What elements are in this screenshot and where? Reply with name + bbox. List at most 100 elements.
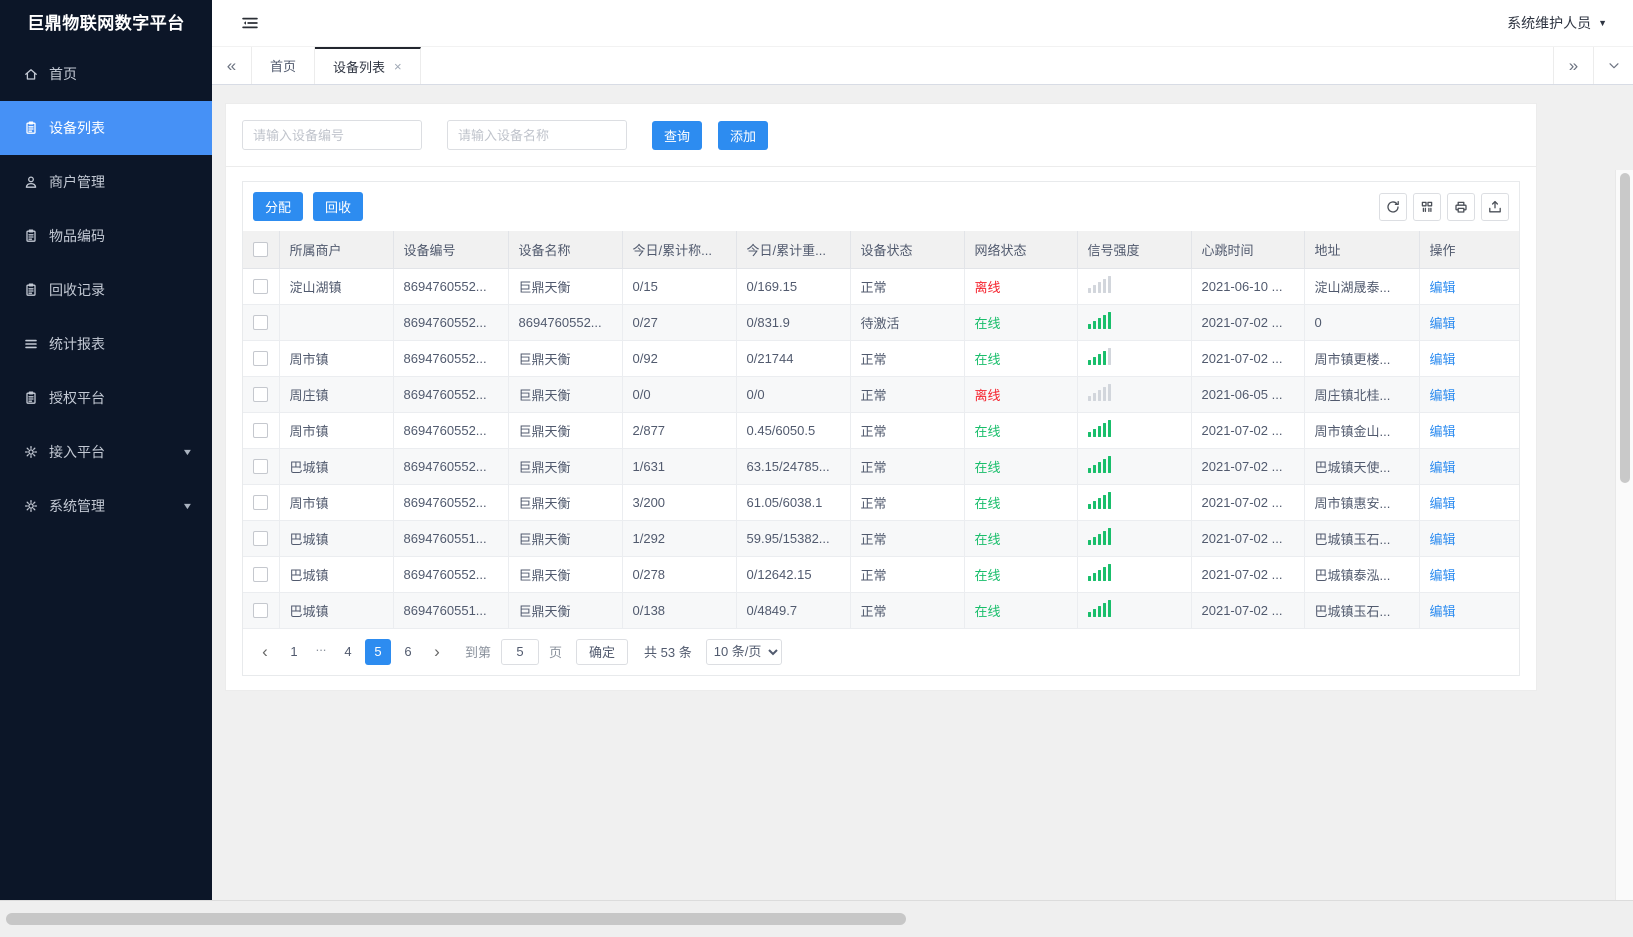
- page-size-select[interactable]: 10 条/页: [705, 638, 782, 665]
- cell-action: 编辑: [1419, 592, 1519, 629]
- confirm-page-button[interactable]: 确定: [576, 638, 629, 665]
- edit-link[interactable]: 编辑: [1430, 460, 1456, 475]
- page-buttons: 1... 4 5 6: [281, 638, 421, 665]
- cell-today-count: 1/292: [622, 520, 737, 557]
- cell-today-count: 0/92: [622, 340, 737, 377]
- edit-link[interactable]: 编辑: [1430, 280, 1456, 295]
- signal-strength-icon: [1087, 564, 1111, 581]
- cell-device-status: 正常: [850, 376, 965, 413]
- sidebar-item-recycle-records[interactable]: 回收记录: [0, 263, 212, 317]
- device-no-input[interactable]: [242, 120, 422, 150]
- page-button-4[interactable]: 4: [335, 639, 361, 665]
- select-all-checkbox[interactable]: [253, 242, 269, 258]
- edit-link[interactable]: 编辑: [1430, 496, 1456, 511]
- sidebar-item-label: 授权平台: [49, 390, 105, 406]
- cell-signal: [1077, 412, 1192, 449]
- page-jump-input[interactable]: [501, 638, 540, 665]
- cell-network-status: 离线: [964, 268, 1078, 305]
- row-checkbox[interactable]: [253, 279, 269, 295]
- clipboard-icon: [22, 228, 39, 245]
- sidebar-item-statistics-report[interactable]: 统计报表: [0, 317, 212, 371]
- cell-merchant: 巴城镇: [279, 556, 394, 593]
- row-checkbox[interactable]: [253, 315, 269, 331]
- column-header: 地址: [1304, 231, 1420, 269]
- menu-fold-icon[interactable]: [240, 13, 260, 33]
- column-header: 网络状态: [964, 231, 1078, 269]
- page-button-1[interactable]: 1: [281, 639, 307, 665]
- cell-action: 编辑: [1419, 412, 1519, 449]
- sidebar-item-home[interactable]: 首页: [0, 47, 212, 101]
- tab-home[interactable]: 首页: [252, 47, 316, 84]
- sidebar-item-label: 首页: [49, 66, 77, 82]
- next-page-button[interactable]: ›: [425, 639, 449, 665]
- signal-strength-icon: [1087, 492, 1111, 509]
- edit-link[interactable]: 编辑: [1430, 352, 1456, 367]
- cell-today-weight: 0/831.9: [736, 304, 851, 341]
- edit-link[interactable]: 编辑: [1430, 316, 1456, 331]
- add-button[interactable]: 添加: [718, 120, 769, 150]
- page-button-6[interactable]: 6: [395, 639, 421, 665]
- device-name-input[interactable]: [447, 120, 627, 150]
- cell-today-weight: 0/4849.7: [736, 592, 851, 629]
- sidebar-item-access-platform[interactable]: 接入平台 ▼: [0, 425, 212, 479]
- vertical-scrollbar-thumb[interactable]: [1619, 173, 1630, 483]
- signal-strength-icon: [1087, 348, 1111, 365]
- sidebar-item-system-management[interactable]: 系统管理 ▼: [0, 479, 212, 533]
- horizontal-scrollbar[interactable]: [0, 900, 1633, 937]
- cell-heartbeat: 2021-07-02 ...: [1191, 484, 1305, 521]
- row-checkbox[interactable]: [253, 495, 269, 511]
- page-ellipsis: ...: [315, 638, 327, 654]
- columns-button[interactable]: [1413, 192, 1441, 221]
- sidebar-item-label: 接入平台: [49, 444, 105, 460]
- close-icon[interactable]: ×: [394, 60, 402, 73]
- edit-link[interactable]: 编辑: [1430, 388, 1456, 403]
- cell-today-weight: 0/21744: [736, 340, 851, 377]
- cell-address: 巴城镇天使...: [1304, 448, 1420, 485]
- print-button[interactable]: [1447, 192, 1475, 221]
- vertical-scrollbar[interactable]: [1615, 170, 1633, 937]
- export-button[interactable]: [1481, 192, 1509, 221]
- prev-page-button[interactable]: ‹: [253, 639, 277, 665]
- assign-button[interactable]: 分配: [253, 192, 304, 221]
- horizontal-scrollbar-thumb[interactable]: [6, 913, 906, 925]
- search-button[interactable]: 查询: [652, 120, 703, 150]
- edit-link[interactable]: 编辑: [1430, 604, 1456, 619]
- column-header: 操作: [1419, 231, 1519, 269]
- cell-merchant: 周市镇: [279, 412, 394, 449]
- sidebar-item-item-code[interactable]: 物品编码: [0, 209, 212, 263]
- print-icon: [1453, 199, 1469, 215]
- edit-link[interactable]: 编辑: [1430, 424, 1456, 439]
- table-row: 8694760552... 8694760552... 0/27 0/831.9 待激活…: [243, 304, 1519, 341]
- refresh-button[interactable]: [1379, 192, 1407, 221]
- chevron-down-icon: ▼: [181, 447, 194, 457]
- sidebar-item-device-list[interactable]: 设备列表: [0, 101, 212, 155]
- row-checkbox[interactable]: [253, 459, 269, 475]
- row-checkbox[interactable]: [253, 351, 269, 367]
- cell-device-no: 8694760552...: [393, 340, 509, 377]
- tab-device-list[interactable]: 设备列表 ×: [315, 47, 421, 84]
- row-checkbox[interactable]: [253, 603, 269, 619]
- tabs-scroll-left-button[interactable]: «: [212, 47, 252, 84]
- page-button-5[interactable]: 5: [365, 638, 391, 665]
- cell-heartbeat: 2021-06-05 ...: [1191, 376, 1305, 413]
- cell-device-name: 巨鼎天衡: [508, 592, 623, 629]
- recycle-button[interactable]: 回收: [313, 192, 364, 221]
- user-menu[interactable]: 系统维护人员 ▼: [1507, 13, 1607, 33]
- row-checkbox[interactable]: [253, 531, 269, 547]
- tabs-menu-button[interactable]: [1593, 47, 1633, 84]
- total-count: 共 53 条: [644, 645, 692, 660]
- row-checkbox[interactable]: [253, 423, 269, 439]
- signal-strength-icon: [1087, 420, 1111, 437]
- cell-device-no: 8694760551...: [393, 520, 509, 557]
- edit-link[interactable]: 编辑: [1430, 532, 1456, 547]
- row-checkbox[interactable]: [253, 387, 269, 403]
- edit-link[interactable]: 编辑: [1430, 568, 1456, 583]
- cell-today-weight: 0/169.15: [736, 268, 851, 305]
- sidebar-item-authorization-platform[interactable]: 授权平台: [0, 371, 212, 425]
- tabs-scroll-right-button[interactable]: »: [1553, 47, 1593, 84]
- cell-today-weight: 59.95/15382...: [736, 520, 851, 557]
- sidebar-item-merchant-management[interactable]: 商户管理: [0, 155, 212, 209]
- sidebar: 巨鼎物联网数字平台 首页 设备列表 商户管理 物品编码 回收记录 统计报表 授权平台 接入平台…: [0, 0, 212, 900]
- row-checkbox[interactable]: [253, 567, 269, 583]
- signal-strength-icon: [1087, 312, 1111, 329]
